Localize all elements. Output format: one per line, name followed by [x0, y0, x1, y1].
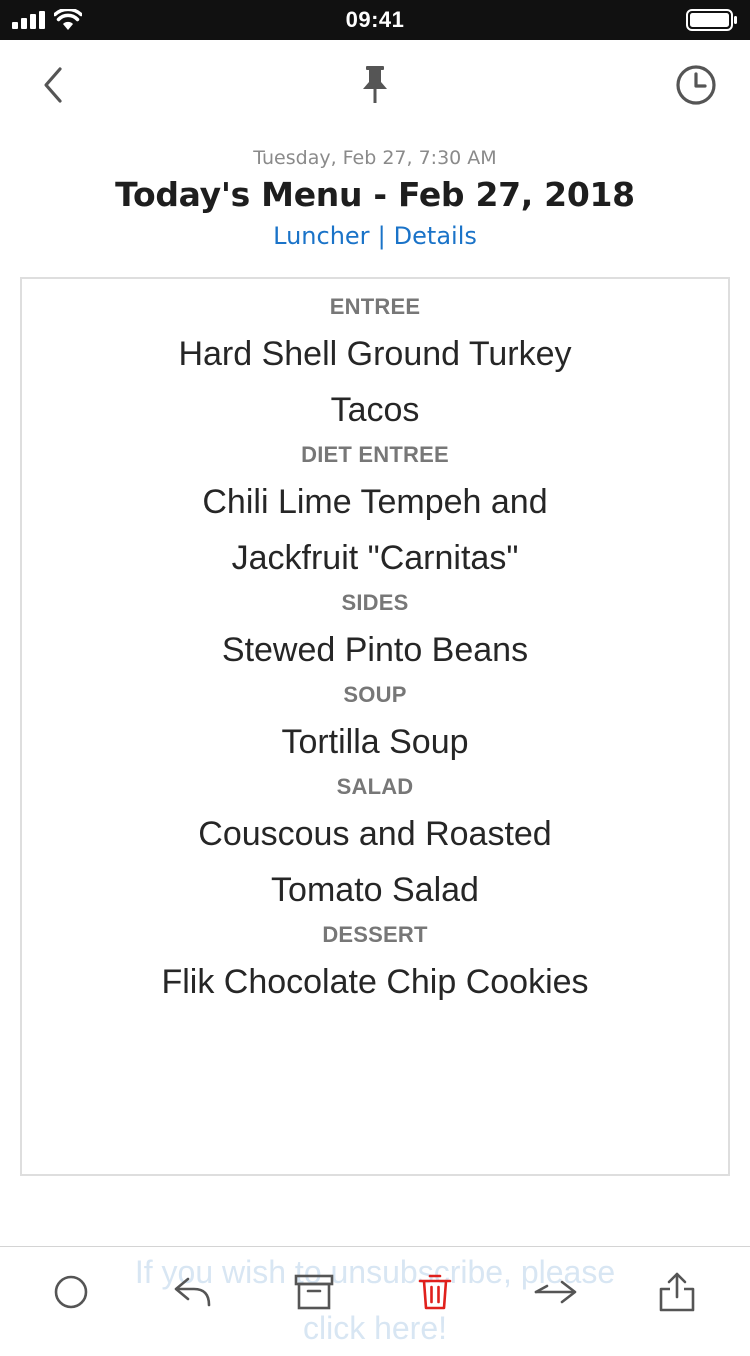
menu-dish: Stewed Pinto Beans — [22, 618, 728, 680]
menu-list: ENTREE Hard Shell Ground Turkey Tacos DIET … — [22, 279, 728, 1012]
message-subject: Today's Menu - Feb 27, 2018 — [115, 175, 635, 214]
back-button[interactable] — [28, 60, 78, 110]
menu-section-label: ENTREE — [329, 294, 421, 319]
details-link[interactable]: Details — [394, 222, 477, 250]
menu-section-label: DIET ENTREE — [301, 442, 449, 467]
menu-dish: Tortilla Soup — [22, 710, 728, 772]
circle-icon — [54, 1275, 88, 1309]
menu-dish: Couscous and Roasted Tomato Salad — [22, 802, 728, 920]
menu-section-label: DESSERT — [322, 922, 428, 947]
status-bar: 09:41 — [0, 0, 750, 40]
menu-dish-line: Couscous and Roasted — [198, 815, 552, 853]
sender-separator: | — [377, 222, 386, 250]
bottom-toolbar — [0, 1246, 750, 1334]
archive-icon — [294, 1274, 334, 1310]
mark-button[interactable] — [46, 1267, 96, 1317]
share-button[interactable] — [652, 1267, 702, 1317]
menu-section-label: SOUP — [343, 682, 407, 707]
chevron-left-icon — [44, 67, 62, 103]
menu-dish: Hard Shell Ground Turkey Tacos — [22, 322, 728, 440]
menu-dish-line: Hard Shell Ground Turkey — [178, 335, 572, 373]
battery-icon — [686, 9, 737, 31]
reply-icon — [174, 1277, 211, 1307]
pin-button[interactable] — [350, 60, 400, 110]
message-date: Tuesday, Feb 27, 7:30 AM — [253, 147, 497, 169]
trash-icon — [418, 1274, 452, 1310]
menu-dish: Chili Lime Tempeh and Jackfruit "Carnitas… — [22, 470, 728, 588]
delete-button[interactable] — [410, 1267, 460, 1317]
forward-button[interactable] — [531, 1267, 581, 1317]
share-icon — [659, 1272, 695, 1312]
menu-dish-line: Chili Lime Tempeh and — [202, 483, 548, 521]
menu-dish-line: Tortilla Soup — [281, 723, 469, 761]
menu-section-label: SIDES — [341, 590, 409, 615]
sender-line: Luncher | Details — [0, 214, 750, 258]
menu-dish-line: Tomato Salad — [271, 871, 479, 909]
menu-dish-line: Tacos — [330, 391, 420, 429]
menu-section-label: SALAD — [336, 774, 414, 799]
menu-dish-line: Flik Chocolate Chip Cookies — [161, 963, 589, 1001]
status-time: 09:41 — [345, 7, 405, 32]
navigation-bar — [0, 40, 750, 130]
pin-icon — [363, 66, 387, 103]
menu-card: ENTREE Hard Shell Ground Turkey Tacos DIET … — [20, 277, 730, 1176]
menu-dish: Flik Chocolate Chip Cookies — [22, 950, 728, 1012]
message-header: Tuesday, Feb 27, 7:30 AM Today's Menu - … — [0, 140, 750, 258]
menu-dish-line: Stewed Pinto Beans — [221, 631, 529, 669]
archive-button[interactable] — [289, 1267, 339, 1317]
snooze-button[interactable] — [671, 60, 721, 110]
forward-icon — [534, 1280, 577, 1304]
menu-dish-line: Jackfruit "Carnitas" — [231, 539, 519, 577]
reply-button[interactable] — [168, 1267, 218, 1317]
clock-icon — [676, 65, 716, 105]
sender-link[interactable]: Luncher — [273, 222, 369, 250]
